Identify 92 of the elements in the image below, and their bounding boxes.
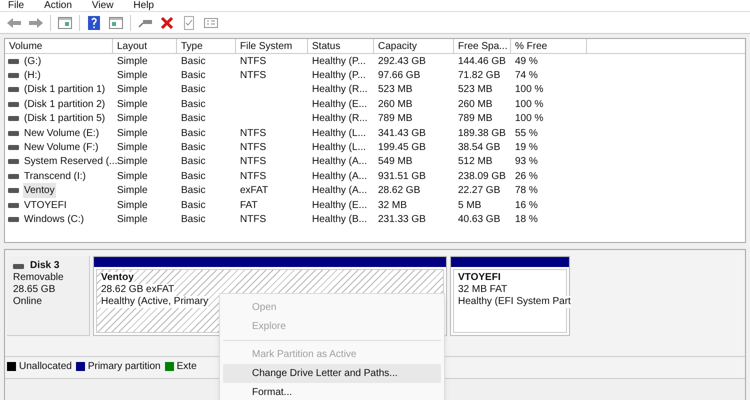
table-cell: Healthy (L... — [312, 128, 366, 139]
table-cell: Simple — [117, 70, 148, 82]
table-cell: 19 % — [515, 142, 538, 154]
table-cell: 97.66 GB — [378, 70, 420, 82]
table-cell: 260 MB — [378, 98, 412, 110]
table-cell: 144.46 GB — [458, 56, 506, 67]
legend-label: Primary partition — [88, 360, 161, 374]
table-cell: Simple — [117, 142, 148, 154]
partition-name: Ventoy — [101, 272, 134, 284]
table-cell: Basic — [181, 128, 206, 139]
table-cell: Basic — [181, 200, 206, 211]
table-cell: Healthy (R... — [312, 113, 368, 124]
partition-size: 28.62 GB exFAT — [101, 284, 174, 296]
table-cell: 49 % — [515, 56, 538, 67]
disk-name: Disk 3 — [30, 260, 60, 272]
table-cell: 100 % — [515, 84, 544, 96]
table-cell: 28.62 GB — [378, 185, 420, 196]
partition-status: Healthy (EFI System Part — [458, 296, 571, 308]
legend-label: Exte — [176, 360, 197, 374]
table-cell: 789 MB — [378, 113, 412, 124]
table-cell: NTFS — [240, 170, 266, 182]
table-cell: 38.54 GB — [458, 142, 500, 154]
table-cell: 789 MB — [458, 113, 492, 124]
table-cell: Basic — [181, 84, 206, 96]
table-cell: Healthy (P... — [312, 56, 366, 67]
table-cell: Simple — [117, 185, 148, 196]
table-cell: 238.09 GB — [458, 170, 506, 182]
table-cell: NTFS — [240, 142, 266, 154]
table-cell: 523 MB — [378, 84, 412, 96]
table-cell: Basic — [181, 98, 206, 110]
partition-status: Healthy (Active, Primary — [101, 296, 208, 308]
table-cell: Healthy (E... — [312, 98, 368, 110]
table-cell: 199.45 GB — [378, 142, 426, 154]
legend-label: Unallocated — [19, 360, 72, 374]
table-cell: Healthy (A... — [312, 185, 368, 196]
table-cell: Healthy (B... — [312, 214, 368, 225]
table-cell: Simple — [117, 84, 148, 96]
table-cell: 231.33 GB — [378, 214, 426, 225]
table-cell: Healthy (L... — [312, 142, 366, 154]
table-cell: 512 MB — [458, 156, 492, 168]
table-cell: Simple — [117, 170, 148, 182]
table-cell: 55 % — [515, 128, 538, 139]
table-cell: 18 % — [515, 214, 538, 225]
table-cell: 93 % — [515, 156, 538, 168]
table-cell: Basic — [181, 185, 206, 196]
table-cell: NTFS — [240, 156, 266, 168]
disk-status: Online — [13, 296, 43, 308]
table-cell: 5 MB — [458, 200, 482, 211]
table-cell: 74 % — [515, 70, 538, 82]
table-cell: 189.38 GB — [458, 128, 506, 139]
table-cell: Simple — [117, 128, 148, 139]
table-cell: NTFS — [240, 128, 266, 139]
table-cell: 549 MB — [378, 156, 412, 168]
table-cell: Simple — [117, 200, 148, 211]
table-cell: Basic — [181, 142, 206, 154]
table-cell: 32 MB — [378, 200, 407, 211]
table-cell: Simple — [117, 156, 148, 168]
table-cell: Healthy (A... — [312, 156, 368, 168]
table-cell: 22.27 GB — [458, 185, 500, 196]
table-cell: 523 MB — [458, 84, 492, 96]
table-cell: Simple — [117, 56, 148, 67]
table-cell: NTFS — [240, 214, 266, 225]
table-cell: 100 % — [515, 113, 544, 124]
table-cell: NTFS — [240, 56, 266, 67]
table-cell: Basic — [181, 70, 206, 82]
table-cell: Basic — [181, 156, 206, 168]
table-cell: 260 MB — [458, 98, 492, 110]
disk-size: 28.65 GB — [13, 284, 56, 296]
disk-type: Removable — [13, 272, 65, 284]
table-cell: 71.82 GB — [458, 70, 500, 82]
table-cell: Simple — [117, 113, 148, 124]
table-cell: 40.63 GB — [458, 214, 500, 225]
table-cell: FAT — [240, 200, 258, 211]
table-cell: Simple — [117, 214, 148, 225]
table-cell: 100 % — [515, 98, 544, 110]
table-cell: 26 % — [515, 170, 538, 182]
table-cell: Healthy (P... — [312, 70, 366, 82]
table-cell: NTFS — [240, 70, 266, 82]
table-cell: Healthy (E... — [312, 200, 368, 211]
table-cell: 16 % — [515, 200, 538, 211]
table-cell: 78 % — [515, 185, 538, 196]
table-cell: Basic — [181, 214, 206, 225]
table-cell: Healthy (R... — [312, 84, 368, 96]
table-cell: 341.43 GB — [378, 128, 426, 139]
table-cell: 292.43 GB — [378, 56, 426, 67]
table-cell: Basic — [181, 170, 206, 182]
table-cell: 931.51 GB — [378, 170, 426, 182]
table-cell: Simple — [117, 98, 148, 110]
table-cell: exFAT — [240, 185, 268, 196]
table-cell: Basic — [181, 56, 206, 67]
table-cell: Basic — [181, 113, 206, 124]
table-cell: Healthy (A... — [312, 170, 368, 182]
